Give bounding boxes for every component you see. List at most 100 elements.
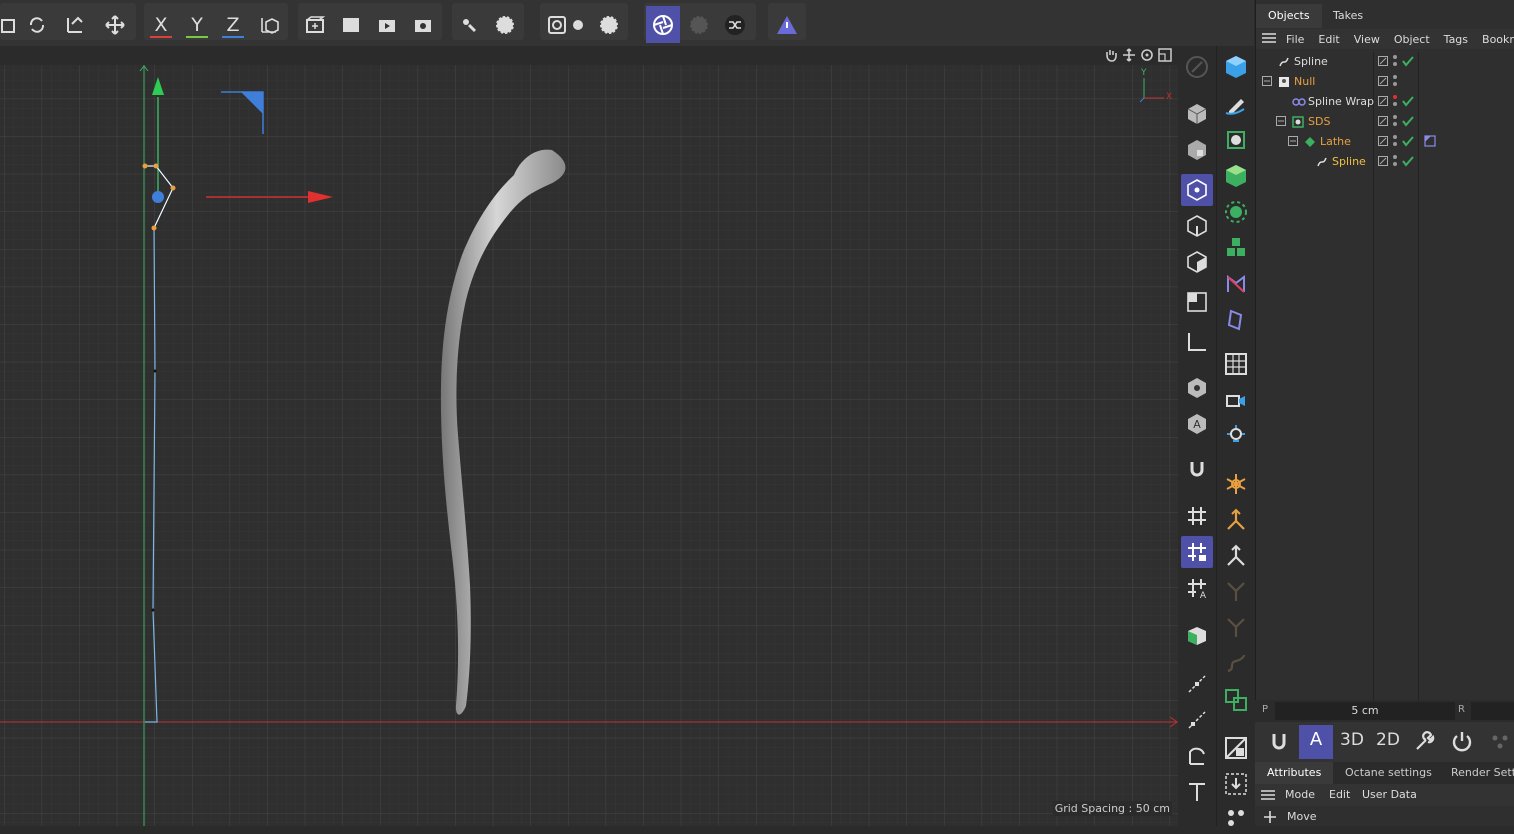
object-name[interactable]: Spline — [1332, 155, 1366, 168]
object-row[interactable]: Null — [1256, 72, 1514, 92]
render-view-icon[interactable] — [334, 6, 368, 43]
cloner-icon[interactable] — [1220, 196, 1252, 228]
grid-snap-icon[interactable] — [1181, 500, 1213, 532]
magnet-icon[interactable] — [1181, 454, 1213, 486]
menu-mode[interactable]: Mode — [1285, 788, 1315, 801]
3d-mode-button[interactable]: 3D — [1335, 725, 1369, 759]
object-row[interactable]: Lathe — [1256, 132, 1514, 152]
editor-toggle-icon[interactable] — [1378, 156, 1388, 169]
joint-icon[interactable] — [1220, 504, 1252, 536]
tab-objects[interactable]: Objects — [1256, 4, 1322, 28]
render-region-icon[interactable] — [298, 6, 332, 43]
render-picture-viewer-icon[interactable] — [370, 6, 404, 43]
cube-green-icon[interactable] — [1181, 620, 1213, 652]
editor-toggle-icon[interactable] — [1378, 56, 1388, 69]
connect-green-icon[interactable] — [1220, 684, 1252, 716]
menu-bookmarks[interactable]: Bookmar — [1482, 33, 1514, 46]
dots-icon[interactable] — [1220, 802, 1252, 834]
visibility-dots-icon[interactable] — [1392, 54, 1398, 73]
ik-dim2-icon[interactable] — [1220, 612, 1252, 644]
object-name[interactable]: Spline Wrap — [1308, 95, 1374, 108]
menu-tags[interactable]: Tags — [1444, 33, 1468, 46]
enabled-check-icon[interactable] — [1402, 95, 1414, 110]
xpresso-icon[interactable] — [1220, 732, 1252, 764]
pen-spline-icon[interactable] — [1220, 88, 1252, 120]
cube-object-icon[interactable] — [1220, 51, 1252, 83]
rotate-tool-icon[interactable] — [20, 6, 54, 43]
menu-user-data[interactable]: User Data — [1362, 788, 1417, 801]
object-name[interactable]: Lathe — [1320, 135, 1351, 148]
y-axis-button[interactable]: Y — [180, 6, 214, 43]
gizmo-center-icon[interactable] — [152, 191, 164, 203]
coordinate-system-icon[interactable] — [252, 6, 286, 43]
rotate-snap-icon[interactable] — [1181, 740, 1213, 772]
hamburger-menu-icon[interactable] — [1262, 32, 1276, 47]
maximize-view-icon[interactable] — [1158, 48, 1172, 62]
subdivision-surface-icon[interactable] — [1220, 124, 1252, 156]
workplane-lock-icon[interactable] — [1181, 536, 1213, 568]
tab-octane-settings[interactable]: Octane settings — [1333, 762, 1444, 784]
mograph-cubes-icon[interactable] — [1220, 232, 1252, 264]
coordinate-field[interactable]: 5 cm — [1275, 702, 1455, 720]
wrench-icon[interactable] — [1407, 725, 1441, 759]
joint-white-icon[interactable] — [1220, 540, 1252, 572]
text-tool-icon[interactable] — [1181, 776, 1213, 808]
object-row[interactable]: Spline Wrap — [1256, 92, 1514, 112]
visibility-dots-icon[interactable] — [1392, 74, 1398, 93]
expand-toggle-icon[interactable] — [1262, 76, 1272, 89]
generator-cube-icon[interactable] — [1220, 160, 1252, 192]
move-tool-icon[interactable] — [98, 6, 132, 43]
pan-hand-icon[interactable] — [1104, 48, 1118, 62]
small-gear-icon[interactable] — [566, 6, 590, 43]
tab-render-settings[interactable]: Render Setti — [1439, 762, 1514, 784]
snap-settings-icon[interactable] — [452, 6, 486, 43]
uv-mode-icon[interactable] — [1181, 286, 1213, 318]
object-name[interactable]: Null — [1294, 75, 1315, 88]
dark-gear-icon[interactable] — [682, 6, 716, 43]
brush-disabled-icon[interactable] — [1181, 51, 1213, 83]
auto-mode-button[interactable]: A — [1299, 725, 1333, 759]
deformer-bend-icon[interactable] — [1220, 268, 1252, 300]
dolly-arrows-icon[interactable] — [1122, 48, 1136, 62]
points-mode-icon[interactable] — [1181, 174, 1213, 206]
editor-toggle-icon[interactable] — [1378, 76, 1388, 89]
scene-grid-icon[interactable] — [1220, 348, 1252, 380]
visibility-dots-icon[interactable] — [1392, 134, 1398, 153]
more-dots-icon[interactable] — [1485, 725, 1514, 759]
camera-icon[interactable] — [1220, 384, 1252, 416]
menu-attr-edit[interactable]: Edit — [1329, 788, 1350, 801]
viewport-canvas[interactable] — [0, 65, 1178, 826]
octane-settings-icon[interactable] — [592, 6, 626, 43]
deformer-twist-icon[interactable] — [1220, 304, 1252, 336]
visibility-dots-icon[interactable] — [1392, 154, 1398, 173]
menu-view[interactable]: View — [1354, 33, 1380, 46]
expand-toggle-icon[interactable] — [1288, 136, 1298, 149]
rotation-field[interactable] — [1471, 702, 1514, 720]
texture-mode-icon[interactable] — [1181, 134, 1213, 166]
viewport[interactable]: Y X Grid Spacing : 50 cm — [0, 46, 1178, 826]
visibility-dots-icon[interactable] — [1392, 94, 1398, 113]
x-axis-button[interactable]: X — [144, 6, 178, 43]
attributes-hamburger-icon[interactable] — [1261, 789, 1275, 804]
workplane-auto-icon[interactable]: A — [1181, 572, 1213, 604]
model-mode-icon[interactable] — [1181, 98, 1213, 130]
aperture-icon[interactable] — [646, 6, 680, 43]
snowflake-icon[interactable] — [1220, 468, 1252, 500]
polygons-mode-icon[interactable] — [1181, 246, 1213, 278]
menu-object[interactable]: Object — [1394, 33, 1430, 46]
ik-dim-icon[interactable] — [1220, 576, 1252, 608]
gear-icon[interactable] — [488, 6, 522, 43]
expand-toggle-icon[interactable] — [1276, 116, 1286, 129]
shuffle-icon[interactable] — [718, 6, 752, 43]
point-snap-icon[interactable] — [1181, 668, 1213, 700]
object-row[interactable]: SDS — [1256, 112, 1514, 132]
power-icon[interactable] — [1445, 725, 1479, 759]
enabled-check-icon[interactable] — [1402, 55, 1414, 70]
solo-view-icon[interactable] — [1181, 372, 1213, 404]
editor-toggle-icon[interactable] — [1378, 96, 1388, 109]
enabled-check-icon[interactable] — [1402, 135, 1414, 150]
import-icon[interactable] — [1220, 768, 1252, 800]
object-row[interactable]: Spline — [1256, 152, 1514, 172]
edges-mode-icon[interactable] — [1181, 210, 1213, 242]
magnet-mode-icon[interactable] — [1262, 725, 1296, 759]
